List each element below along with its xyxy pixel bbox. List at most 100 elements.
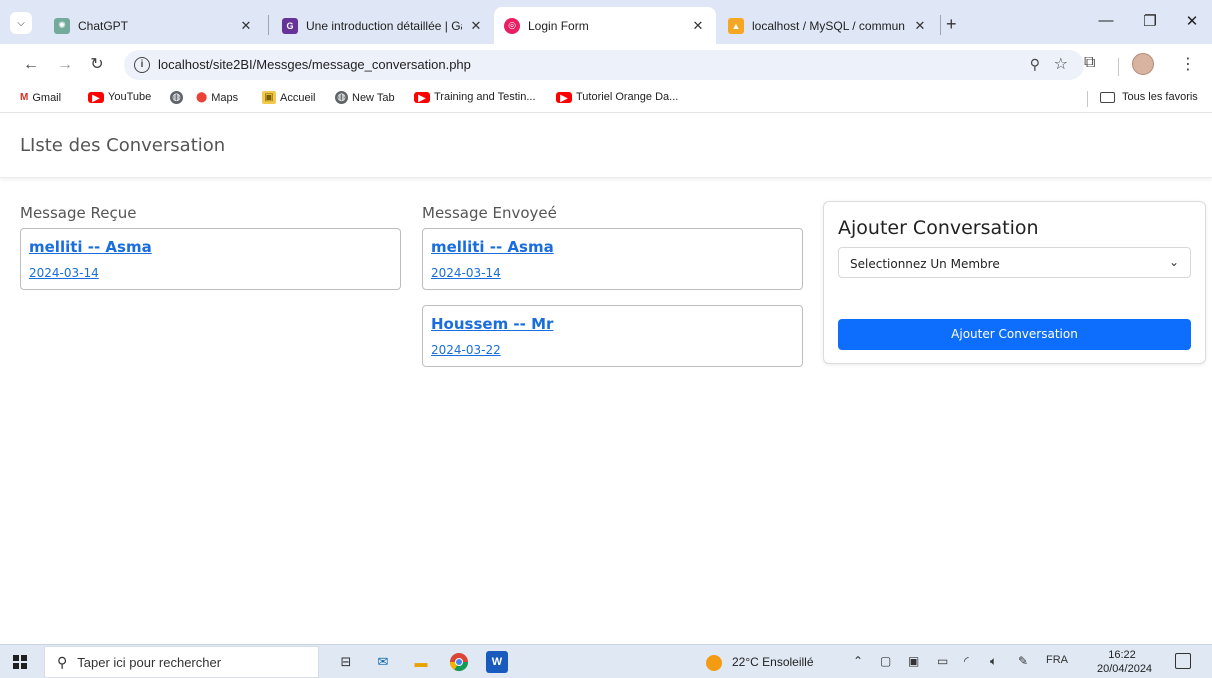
conversation-name-link[interactable]: melliti -- Asma (431, 238, 554, 256)
tab-divider (940, 15, 941, 35)
extensions-icon[interactable]: ⧉ (1084, 54, 1095, 72)
volume-icon[interactable]: 🔈︎ (990, 654, 997, 669)
add-conversation-title: Ajouter Conversation (838, 217, 1039, 239)
tray-app-icon[interactable]: ▢ (880, 654, 891, 668)
folder-icon (1100, 91, 1115, 103)
pen-icon[interactable]: ✎ (1018, 654, 1028, 668)
taskbar-search[interactable]: ⚲ Taper ici pour rechercher (44, 646, 319, 678)
all-bookmarks-label: Tous les favoris (1122, 91, 1198, 103)
bookmarks-divider (1087, 91, 1088, 107)
received-conversation-card[interactable]: melliti -- Asma 2024-03-14 (20, 228, 401, 290)
taskbar-search-placeholder: Taper ici pour rechercher (77, 654, 222, 670)
tab-divider (268, 15, 269, 35)
forward-icon[interactable]: → (54, 54, 76, 76)
tab-gatsby[interactable]: G Une introduction détaillée | Ga ✕ (272, 7, 494, 44)
conversation-date-link[interactable]: 2024-03-14 (431, 266, 501, 280)
all-bookmarks-folder[interactable]: Tous les favoris (1100, 91, 1198, 103)
bookmark-tutoriel[interactable]: ▶ Tutoriel Orange Da... (556, 91, 678, 104)
conversation-date-link[interactable]: 2024-03-14 (29, 266, 99, 280)
bookmark-label: Training and Testin... (434, 91, 536, 103)
tab-title: ChatGPT (78, 18, 129, 33)
page-title: LIste des Conversation (20, 135, 226, 156)
tray-app2-icon[interactable]: ▣ (908, 654, 919, 668)
bookmark-label: New Tab (352, 91, 395, 104)
bookmark-label: Maps (211, 92, 239, 104)
system-clock[interactable]: 16:22 20/04/2024 (1097, 648, 1153, 676)
member-select[interactable]: Selectionnez Un Membre ⌄ (838, 247, 1191, 278)
sent-conversation-card[interactable]: melliti -- Asma 2024-03-14 (422, 228, 803, 290)
bookmark-label: Gmail (32, 92, 62, 104)
file-explorer-icon[interactable]: ▬ (410, 651, 432, 673)
word-icon[interactable]: W (486, 651, 508, 673)
conversation-name-link[interactable]: Houssem -- Mr (431, 315, 553, 333)
chrome-icon[interactable] (448, 651, 470, 673)
bookmark-new-tab[interactable]: ◍ New Tab (335, 91, 395, 104)
url-text[interactable]: localhost/site2BI/Messges/message_conver… (158, 57, 471, 72)
member-select-value: Selectionnez Un Membre (850, 257, 1000, 271)
zoom-icon[interactable]: ⚲ (1030, 56, 1040, 73)
add-conversation-button[interactable]: Ajouter Conversation (838, 319, 1191, 350)
address-bar[interactable]: i localhost/site2BI/Messges/message_conv… (124, 50, 1084, 80)
bookmark-accueil[interactable]: ▣ Accueil (262, 91, 315, 104)
profile-avatar[interactable] (1132, 53, 1154, 75)
clock-date: 20/04/2024 (1097, 663, 1153, 675)
language-indicator[interactable]: FRA (1046, 654, 1068, 666)
add-conversation-panel: Ajouter Conversation Selectionnez Un Mem… (823, 201, 1206, 364)
chatgpt-icon: ✺ (54, 17, 70, 34)
windows-start-icon[interactable] (13, 655, 27, 669)
minimize-icon[interactable]: — (1086, 12, 1126, 29)
weather-text[interactable]: 22°C Ensoleillé (732, 655, 814, 669)
tab-phpmyadmin[interactable]: ▲ localhost / MySQL / commun ✕ (718, 7, 938, 44)
site-info-icon[interactable]: i (134, 57, 150, 73)
youtube-icon: ▶ (556, 91, 572, 104)
tab-title: Une introduction détaillée | Ga (306, 18, 462, 33)
clock-time: 16:22 (1108, 649, 1136, 661)
bookmark-training[interactable]: ▶ Training and Testin... (414, 91, 536, 104)
bookmark-youtube[interactable]: ▶ YouTube (88, 91, 152, 104)
tab-search-icon[interactable]: ⌵ (10, 12, 32, 34)
search-icon: ⚲ (57, 653, 68, 670)
accueil-icon: ▣ (262, 91, 276, 104)
new-tab-icon[interactable]: + (946, 14, 957, 35)
bookmark-label: YouTube (108, 91, 152, 103)
tab-login-form[interactable]: ◎ Login Form ✕ (494, 7, 716, 44)
sent-conversation-card[interactable]: Houssem -- Mr 2024-03-22 (422, 305, 803, 367)
globe-icon: ◍ (335, 91, 348, 104)
mail-icon[interactable]: ✉ (372, 651, 394, 673)
bookmarks-bar: M Gmail ▶ YouTube ◍ ⬤ Maps ▣ Accueil ◍ N… (0, 86, 1212, 113)
close-icon[interactable]: ✕ (690, 18, 706, 34)
notification-icon[interactable] (1175, 653, 1191, 669)
page-header: LIste des Conversation (0, 114, 1212, 178)
os-taskbar: ⚲ Taper ici pour rechercher ⊟ ✉ ▬ W 22°C… (0, 644, 1212, 678)
browser-window: ⌵ ✺ ChatGPT ✕ G Une introduction détaill… (0, 0, 1212, 678)
tab-chatgpt[interactable]: ✺ ChatGPT ✕ (44, 7, 264, 44)
bookmark-gmail[interactable]: M Gmail (20, 91, 61, 105)
youtube-icon: ▶ (88, 91, 104, 104)
restore-icon[interactable]: ❐ (1130, 12, 1170, 30)
toolbar-divider (1118, 58, 1119, 76)
reload-icon[interactable]: ↻ (86, 54, 108, 76)
menu-kebab-icon[interactable]: ⋮ (1180, 54, 1196, 74)
wifi-icon[interactable]: ◜ (964, 654, 969, 668)
tray-chevron-up-icon[interactable]: ⌃ (853, 654, 863, 668)
gmail-icon: M (20, 92, 29, 103)
bookmark-label: Accueil (280, 91, 316, 104)
close-icon[interactable]: ✕ (468, 18, 484, 34)
bookmark-globe[interactable]: ◍ (170, 91, 187, 104)
maps-pin-icon: ⬤ (196, 92, 208, 103)
back-icon[interactable]: ← (20, 54, 42, 76)
conversation-date-link[interactable]: 2024-03-22 (431, 343, 501, 357)
weather-sun-icon[interactable] (706, 655, 722, 671)
login-form-icon: ◎ (504, 17, 520, 34)
bookmark-maps[interactable]: ⬤ Maps (196, 91, 238, 105)
window-close-icon[interactable]: ✕ (1172, 12, 1212, 30)
phpmyadmin-icon: ▲ (728, 17, 744, 34)
tab-strip: ⌵ ✺ ChatGPT ✕ G Une introduction détaill… (0, 0, 1212, 44)
close-icon[interactable]: ✕ (912, 18, 928, 34)
chevron-down-icon: ⌄ (1168, 255, 1179, 269)
conversation-name-link[interactable]: melliti -- Asma (29, 238, 152, 256)
bookmark-star-icon[interactable]: ☆ (1054, 54, 1068, 74)
close-icon[interactable]: ✕ (238, 18, 254, 34)
battery-icon[interactable]: ▭ (937, 654, 948, 668)
task-view-icon[interactable]: ⊟ (335, 651, 357, 673)
